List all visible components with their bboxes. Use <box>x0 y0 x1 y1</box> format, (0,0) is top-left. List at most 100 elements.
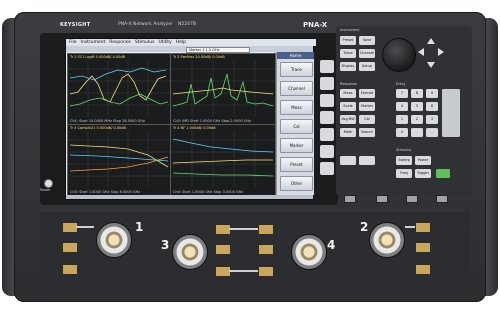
pane-1-footer: Ch1: Start 10.0000 MHz Stop 26.5000 GHz <box>70 119 145 123</box>
key-trace[interactable]: Trace <box>340 49 356 58</box>
softkey-marker[interactable]: Marker <box>280 138 313 153</box>
brand-logo: KEYSIGHT <box>60 22 91 28</box>
usb-port-4[interactable] <box>436 195 448 203</box>
key-marker[interactable]: Marker <box>359 102 375 111</box>
softkey-trace[interactable]: Trace <box>280 62 313 77</box>
arrow-up-icon[interactable] <box>427 38 435 44</box>
test-port-4[interactable] <box>291 234 327 270</box>
trace-pane-2[interactable]: Tr 2 PwrMax 10.00dB/ 0.00dB Ch2: IMD Sta… <box>170 53 276 125</box>
trace-pane-3[interactable]: Tr 3 CompIn21 0.500dB/ 0.00dB Ch3: Start… <box>67 124 171 196</box>
power-button[interactable] <box>44 179 53 188</box>
key-scale[interactable]: Scale <box>340 102 356 111</box>
softkey-meas[interactable]: Meas <box>280 100 313 115</box>
display-screen[interactable]: File Instrument Response Stimulus Utilit… <box>65 38 316 200</box>
jumper-jack-2b[interactable] <box>415 242 431 253</box>
usb-port-2[interactable] <box>376 195 388 203</box>
model-title: PNA-X Network Analyzer <box>118 22 173 27</box>
trace-pane-1[interactable]: Tr 1 S11 LogM 5.000dB/ 0.00dB Ch1: Start… <box>67 53 171 125</box>
test-port-1[interactable] <box>96 222 132 258</box>
key-2[interactable]: 2 <box>411 115 423 124</box>
key-decimal[interactable]: . <box>411 128 423 137</box>
jumper-jack-2c[interactable] <box>415 264 431 275</box>
arrow-left-icon[interactable] <box>418 48 424 56</box>
key-meas[interactable]: Meas <box>340 89 356 98</box>
jumper-jack-4b[interactable] <box>258 244 274 255</box>
key-setup[interactable]: Setup <box>359 62 375 71</box>
jumper-jack-3b[interactable] <box>215 244 231 255</box>
menu-utility[interactable]: Utility <box>158 40 171 45</box>
key-3[interactable]: 3 <box>426 115 438 124</box>
jumper-jack-4c[interactable] <box>258 266 274 277</box>
key-stimulus-left-2[interactable] <box>359 156 375 165</box>
side-key-1[interactable] <box>320 60 334 73</box>
usb-port-1[interactable] <box>344 195 356 203</box>
side-softkeys <box>320 60 335 190</box>
key-save[interactable]: Save <box>359 36 375 45</box>
unit-keys-column[interactable] <box>442 89 460 137</box>
key-sweep[interactable]: Sweep <box>396 156 412 165</box>
side-key-6[interactable] <box>320 145 334 158</box>
key-math[interactable]: Math <box>340 128 356 137</box>
arrow-right-icon[interactable] <box>438 48 444 56</box>
jumper-jack-1c[interactable] <box>62 264 78 275</box>
pane-2-header: Tr 2 PwrMax 10.00dB/ 0.00dB <box>173 55 225 59</box>
softkey-panel-title: Home <box>277 52 314 59</box>
side-key-2[interactable] <box>320 77 334 90</box>
port-label-1: 1 <box>135 220 144 234</box>
jumper-jack-1b[interactable] <box>62 242 78 253</box>
test-port-2[interactable] <box>369 222 405 258</box>
usb-port-3[interactable] <box>406 195 418 203</box>
side-key-4[interactable] <box>320 111 334 124</box>
menu-response[interactable]: Response <box>109 40 131 45</box>
key-8[interactable]: 8 <box>411 89 423 98</box>
arrow-down-icon[interactable] <box>427 62 435 68</box>
key-1[interactable]: 1 <box>396 115 408 124</box>
pane-4-header: Tr 4 NF 1.000dB/ 0.00dB <box>173 126 216 130</box>
side-key-7[interactable] <box>320 162 334 175</box>
key-stimulus-left-1[interactable] <box>340 156 356 165</box>
pane-2-plot <box>171 60 275 116</box>
key-channel[interactable]: Channel <box>359 49 375 58</box>
key-green-action[interactable] <box>436 169 450 178</box>
key-5[interactable]: 5 <box>411 102 423 111</box>
key-power[interactable]: Power <box>415 156 431 165</box>
softkey-cal[interactable]: Cal <box>280 119 313 134</box>
key-0[interactable]: 0 <box>396 128 408 137</box>
pane-4-footer: Ch4: Start 1.0000 GHz Stop 3.0000 GHz <box>173 190 244 194</box>
softkey-preset[interactable]: Preset <box>280 157 313 172</box>
jumper-jack-4a[interactable] <box>258 224 274 235</box>
key-preset[interactable]: Preset <box>340 36 356 45</box>
key-7[interactable]: 7 <box>396 89 408 98</box>
softkey-other[interactable]: Other <box>280 176 313 191</box>
side-key-3[interactable] <box>320 94 334 107</box>
model-number: N5247B <box>178 22 196 27</box>
rotary-knob[interactable] <box>382 38 416 72</box>
pane-1-plot <box>68 60 170 116</box>
key-cal[interactable]: Cal <box>359 115 375 124</box>
key-avg-bw[interactable]: Avg BW <box>340 115 356 124</box>
key-trigger[interactable]: Trigger <box>415 169 431 178</box>
pane-4-plot <box>171 131 275 187</box>
jumper-jack-2a[interactable] <box>415 222 431 233</box>
key-format[interactable]: Format <box>359 89 375 98</box>
key-9[interactable]: 9 <box>426 89 438 98</box>
pane-3-plot <box>68 131 170 187</box>
menu-file[interactable]: File <box>69 40 77 45</box>
jumper-cable-34 <box>229 270 258 272</box>
key-search[interactable]: Search <box>359 128 375 137</box>
key-4[interactable]: 4 <box>396 102 408 111</box>
key-display[interactable]: Display <box>340 62 356 71</box>
key-freq[interactable]: Freq <box>396 169 412 178</box>
softkey-panel: Home Trace Channel Meas Cal Marker Prese… <box>276 52 314 195</box>
key-6[interactable]: 6 <box>426 102 438 111</box>
side-key-5[interactable] <box>320 128 334 141</box>
menu-instrument[interactable]: Instrument <box>81 40 106 45</box>
test-port-3[interactable] <box>172 234 208 270</box>
key-minus[interactable]: - <box>426 128 438 137</box>
softkey-channel[interactable]: Channel <box>280 81 313 96</box>
trace-pane-4[interactable]: Tr 4 NF 1.000dB/ 0.00dB Ch4: Start 1.000… <box>170 124 276 196</box>
status-bar <box>66 195 313 199</box>
menu-stimulus[interactable]: Stimulus <box>135 40 155 45</box>
port-label-2: 2 <box>360 220 369 234</box>
menu-help[interactable]: Help <box>176 40 186 45</box>
